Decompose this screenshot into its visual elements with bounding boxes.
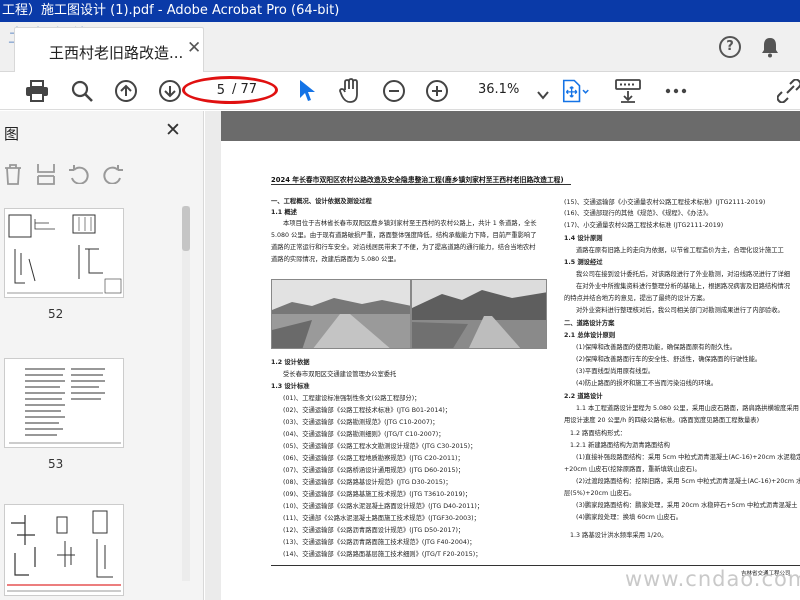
print-icon[interactable] [23, 77, 51, 105]
standard-item: (11)、交通部《公路水泥混凝土路面施工技术规范》(JTGF30-2003)； [283, 515, 480, 522]
section-heading: 二、道路设计方案 [564, 320, 615, 327]
site-photo-right [411, 279, 547, 349]
standard-item: (16)、交通部现行的其他《规范》、《规程》、《办法》。 [564, 210, 713, 217]
paragraph-line: 1.1 本工程道路设计里程为 5.080 公里，采用山皮石路面，路肩路拱横坡度采… [576, 405, 799, 412]
paragraph-line: 道路在原有旧路上的走向为依据，以节省工程造价为主，合理化设计施工工 [576, 247, 784, 254]
paragraph-line: 的特点并结合地方的意见，提出了最终的设计方案。 [564, 295, 709, 302]
page-number-highlight [182, 76, 278, 104]
next-page-icon[interactable] [156, 77, 184, 105]
panel-toolbar [0, 161, 204, 191]
standard-item: (17)、小交通量农村公路工程技术标准 (JTG2111-2019) [564, 222, 724, 229]
notification-bell-icon[interactable] [760, 36, 780, 62]
document-title: 2024 年长春市双阳区农村公路改造及安全隐患整治工程(鹿乡镇刘家村至王西村老旧… [271, 176, 564, 184]
standard-item: (10)、交通运输部《公路水泥混凝土路面设计规范》(JTG D40-2011)； [283, 503, 484, 510]
standard-item: (15)、交通运输部《小交通量农村公路工程技术标准》(JTG2111-2019) [564, 199, 766, 206]
section-heading: 一、工程概况、设计依据及测设过程 [271, 198, 372, 205]
section-heading: 1.1 概述 [271, 209, 297, 216]
site-photo-left [271, 279, 411, 349]
paragraph-line: 道路的正常运行和行车安全。对沿线居民带来了不便，为了提高道路的通行能力，结合当地… [271, 244, 536, 251]
standard-item: (04)、交通运输部《公路勘测细则》(JTG/T C10-2007)； [283, 431, 445, 438]
zoom-search-icon[interactable] [68, 77, 96, 105]
standard-item: (05)、交通运输部《公路工程水文勘测设计规范》(JTG C30-2015)； [283, 443, 477, 450]
paragraph-line: 道路的实际情况，改建后路面为 5.080 公里。 [271, 256, 401, 263]
page-thumbnail[interactable] [4, 358, 124, 448]
paragraph-line: (2)过渡段路面结构：挖除旧路，采用 5cm 中粒式沥青混凝土(AC-16)+2… [576, 478, 800, 485]
standard-item: (03)、交通运输部《公路勘测规范》(JTG C10-2007)； [283, 419, 439, 426]
standard-item: (13)、交通运输部《公路沥青路面施工技术规范》(JTG F40-2004)； [283, 539, 476, 546]
zoom-out-icon[interactable] [380, 77, 408, 105]
paragraph-line: 1.3 路基设计洪水频率采用 1/20。 [570, 532, 668, 539]
paragraph-line: (3)平面线型尚用原有线型。 [576, 368, 655, 375]
close-tab-icon[interactable]: ✕ [187, 38, 201, 58]
footer-rule [271, 565, 800, 566]
document-viewer[interactable]: 2024 年长春市双阳区农村公路改造及安全隐患整治工程(鹿乡镇刘家村至王西村老旧… [205, 111, 800, 600]
section-heading: 2.2 道路设计 [564, 393, 603, 400]
standard-item: (14)、交通运输部《公路路面基层施工技术细则》(JTG/T F20-2015)… [283, 551, 482, 558]
chevron-down-icon[interactable] [537, 85, 549, 104]
paragraph-line: 1.2.1 新建路面结构为沥青路面结构 [570, 442, 670, 449]
page-thumbnail[interactable] [4, 208, 124, 298]
paragraph-line: (3)鹏家段路面结构：鹏家处理，采用 20cm 水稳碎石+5cm 中粒式沥青混凝… [576, 502, 798, 509]
panel-title: 图 [4, 125, 20, 143]
toolbar: / 77 36.1% [0, 72, 800, 110]
standard-item: (01)、工程建设标准强制性条文(公路工程部分)； [283, 395, 421, 402]
paragraph-line: 层(5%)+20cm 山皮石。 [564, 490, 636, 497]
paragraph-line: (1)直接补强段路面结构：采用 5cm 中粒式沥青混凝土(AC-16)+20cm… [576, 454, 800, 461]
more-options-icon[interactable] [662, 77, 690, 105]
zoom-level[interactable]: 36.1% [478, 82, 519, 97]
section-heading: 1.5 测设经过 [564, 259, 603, 266]
section-heading: 1.2 设计依据 [271, 359, 310, 366]
previous-page-icon[interactable] [112, 77, 140, 105]
document-tab-label: 王西村老旧路改造... [49, 44, 184, 62]
paragraph-line: (1)保障和改善路面的使用功能，确保路面原有的耐久性。 [576, 344, 737, 351]
page-thumbnail[interactable] [4, 504, 124, 596]
thumbnails-panel: 图 ✕ 52 53 [0, 111, 204, 600]
document-tab[interactable]: 王西村老旧路改造... ✕ [14, 27, 204, 72]
paragraph-line: 5.080 公里。由于现有道路破损严重，路面整体强度降低，结构承载能力下降，目前… [271, 232, 537, 239]
hand-tool-icon[interactable] [336, 77, 364, 105]
paragraph-line: 我公司在接到设计委托后，对该路段进行了外业勘测，对沿线路况进行了详细 [576, 271, 791, 278]
select-cursor-icon[interactable] [293, 77, 321, 105]
standard-item: (08)、交通运输部《公路路基设计规范》(JTG D30-2015)； [283, 479, 452, 486]
previous-page-edge [221, 111, 800, 141]
zoom-in-icon[interactable] [423, 77, 451, 105]
extract-page-icon[interactable] [36, 163, 56, 189]
paragraph-line: 1.2 路面结构形式： [570, 430, 627, 437]
thumbnail-label: 53 [48, 457, 64, 471]
title-rule [271, 184, 571, 185]
rotate-right-icon[interactable] [102, 164, 124, 188]
paragraph-line: (4)防止路面的损坏和施工不当而污染沿线的环境。 [576, 380, 718, 387]
standard-item: (07)、交通运输部《公路桥涵设计通用规范》(JTG D60-2015)； [283, 467, 465, 474]
paragraph-line: (2)保障和改善路面行车的安全性、舒适性，确保路面的行驶性能。 [576, 356, 762, 363]
standard-item: (12)、交通运输部《公路沥青路面设计规范》(JTG D50-2017)； [283, 527, 465, 534]
help-icon[interactable]: ? [719, 36, 741, 58]
tab-bar: 土木在线 王西村老旧路改造... ✕ ? [0, 22, 800, 72]
watermark-bottom-right: www.cndao.com [625, 567, 800, 591]
rotate-left-icon[interactable] [68, 164, 90, 188]
link-icon[interactable] [775, 77, 800, 105]
thumbnail-label: 52 [48, 307, 64, 321]
paragraph-line: (4)鹏家段处理：换填 60cm 山皮石。 [576, 514, 683, 521]
paragraph-line: 本项目位于吉林省长春市双阳区鹿乡镇刘家村至王西村的农村公路上，共计 1 条道路，… [283, 220, 537, 227]
paragraph-line: 受长春市双阳区交通建设管理办公室委托 [283, 371, 397, 378]
window-title: 工程）施工图设计 (1).pdf - Adobe Acrobat Pro (64… [2, 3, 340, 18]
pdf-page: 2024 年长春市双阳区农村公路改造及安全隐患整治工程(鹿乡镇刘家村至王西村老旧… [221, 141, 800, 600]
delete-page-icon[interactable] [3, 163, 23, 189]
paragraph-line: +20cm 山皮石(挖除原路面，重新填筑山皮石)。 [564, 466, 701, 473]
standard-item: (09)、交通运输部《公路路基施工技术规范》(JTG T3610-2019)； [283, 491, 472, 498]
scrollbar-thumb[interactable] [182, 206, 190, 251]
paragraph-line: 在对外业中所搜集资料进行整理分析的基础上，根据路况病害及旧路结构情况 [576, 283, 791, 290]
fit-page-icon[interactable] [562, 77, 590, 105]
section-heading: 1.4 设计原则 [564, 235, 603, 242]
keyboard-icon[interactable] [614, 77, 642, 105]
standard-item: (02)、交通运输部《公路工程技术标准》(JTG B01-2014)； [283, 407, 452, 414]
paragraph-line: 用设计速度 20 公里/h 的四级公路标准。(路面宽度见路面工程数量表) [564, 417, 760, 424]
window-title-bar: 工程）施工图设计 (1).pdf - Adobe Acrobat Pro (64… [0, 0, 800, 22]
standard-item: (06)、交通运输部《公路工程地质勘察规范》(JTG C20-2011)； [283, 455, 464, 462]
thumbnails-scrollbar[interactable] [182, 206, 190, 581]
paragraph-line: 对外业资料进行整理核对后，我公司相关部门对勘测成果进行了内部验收。 [576, 307, 784, 314]
close-panel-icon[interactable]: ✕ [165, 119, 181, 141]
section-heading: 1.3 设计标准 [271, 383, 310, 390]
section-heading: 2.1 总体设计原则 [564, 332, 616, 339]
